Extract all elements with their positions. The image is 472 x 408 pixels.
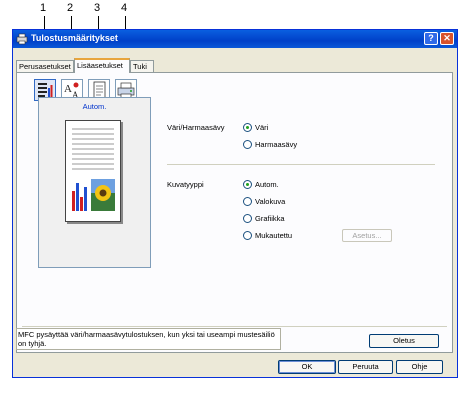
radio-graphics-label: Grafiikka [255,214,285,223]
radio-greyscale-label: Harmaasävy [255,140,298,149]
bottom-separator [22,326,447,327]
preview-page [65,120,121,222]
radio-color-label: Väri [255,123,269,132]
radio-auto-dot [246,183,249,186]
svg-text:A: A [64,83,72,95]
ok-button[interactable]: OK [278,360,336,374]
radio-photo-label: Valokuva [255,197,286,206]
callout-2: 2 [67,2,74,14]
tab-advanced[interactable]: Lisäasetukset [74,58,130,73]
callout-1: 1 [40,2,47,14]
callout-3: 3 [94,2,101,14]
image-type-label: Kuvatyyppi [167,180,204,189]
radio-photo[interactable] [243,197,252,206]
window-title: Tulostusmääritykset [31,33,118,43]
radio-greyscale[interactable] [243,140,252,149]
close-button[interactable]: ✕ [440,32,454,45]
tab-basic[interactable]: Perusasetukset [16,60,74,72]
section-separator [167,164,435,165]
radio-color-dot [246,126,249,129]
preview-pane: Autom. [38,97,151,268]
radio-auto-label: Autom. [255,180,279,189]
settings-button[interactable]: Asetus... [342,229,392,242]
help-title-button[interactable]: ? [424,32,438,45]
callout-4: 4 [121,2,128,14]
color-greyscale-label: Väri/Harmaasävy [167,123,225,132]
printing-preferences-dialog: Tulostusmääritykset ? ✕ Perusasetukset L… [12,29,458,378]
printer-icon [16,33,28,45]
title-bar: Tulostusmääritykset ? ✕ [13,30,457,48]
radio-custom-label: Mukautettu [255,231,293,240]
status-message: MFC pysäyttää väri/harmaasävytulostuksen… [16,328,281,350]
tab-support[interactable]: Tuki [130,60,154,72]
radio-graphics[interactable] [243,214,252,223]
cancel-button[interactable]: Peruuta [338,360,393,374]
radio-color[interactable] [243,123,252,132]
radio-custom[interactable] [243,231,252,240]
radio-auto[interactable] [243,180,252,189]
preview-label: Autom. [82,102,107,111]
help-button[interactable]: Ohje [396,360,443,374]
advanced-tab-panel: A A Autom. Väri/Harmaasävy Väri Harmaasä… [16,72,453,353]
default-button[interactable]: Oletus [369,334,439,348]
preview-page-image [72,128,115,211]
